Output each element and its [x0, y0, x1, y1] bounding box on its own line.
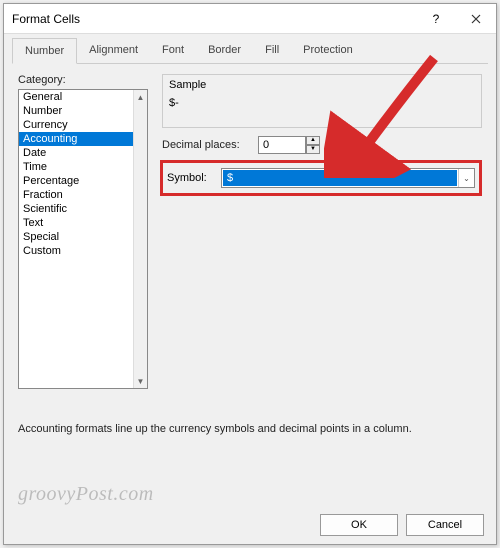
tab-content: Category: General Number Currency Accoun… [4, 64, 496, 389]
titlebar: Format Cells ? [4, 4, 496, 34]
decimal-places-row: Decimal places: ▲ ▼ [162, 136, 482, 154]
cancel-button[interactable]: Cancel [406, 514, 484, 536]
sample-label: Sample [169, 79, 475, 91]
chevron-down-icon[interactable]: ⌄ [458, 169, 474, 187]
symbol-highlight: Symbol: $ ⌄ [160, 160, 482, 196]
close-icon [471, 14, 481, 24]
category-item-percentage[interactable]: Percentage [19, 174, 147, 188]
spinner-up-icon[interactable]: ▲ [306, 136, 320, 145]
category-item-custom[interactable]: Custom [19, 244, 147, 258]
spinner-down-icon[interactable]: ▼ [306, 145, 320, 154]
ok-button[interactable]: OK [320, 514, 398, 536]
close-button[interactable] [456, 4, 496, 34]
dialog-footer: OK Cancel [320, 514, 484, 536]
tab-number[interactable]: Number [12, 38, 77, 64]
category-item-accounting[interactable]: Accounting [19, 132, 147, 146]
category-item-special[interactable]: Special [19, 230, 147, 244]
tab-bar: Number Alignment Font Border Fill Protec… [4, 38, 496, 64]
tab-alignment[interactable]: Alignment [77, 38, 150, 64]
decimal-places-input[interactable] [258, 136, 306, 154]
listbox-scrollbar[interactable]: ▲ ▼ [133, 90, 147, 388]
category-item-number[interactable]: Number [19, 104, 147, 118]
category-item-scientific[interactable]: Scientific [19, 202, 147, 216]
category-item-currency[interactable]: Currency [19, 118, 147, 132]
category-label: Category: [18, 74, 150, 86]
watermark: groovyPost.com [18, 483, 154, 506]
symbol-combobox[interactable]: $ ⌄ [221, 168, 475, 188]
format-description: Accounting formats line up the currency … [4, 423, 496, 435]
sample-value: $- [169, 97, 475, 109]
category-listbox[interactable]: General Number Currency Accounting Date … [18, 89, 148, 389]
symbol-value: $ [223, 170, 457, 186]
tab-protection[interactable]: Protection [291, 38, 365, 64]
category-item-date[interactable]: Date [19, 146, 147, 160]
category-item-general[interactable]: General [19, 90, 147, 104]
format-cells-dialog: Format Cells ? Number Alignment Font Bor… [3, 3, 497, 545]
tab-font[interactable]: Font [150, 38, 196, 64]
symbol-label: Symbol: [163, 172, 215, 184]
scroll-down-icon[interactable]: ▼ [134, 374, 148, 388]
category-item-time[interactable]: Time [19, 160, 147, 174]
category-item-fraction[interactable]: Fraction [19, 188, 147, 202]
tab-fill[interactable]: Fill [253, 38, 291, 64]
category-item-text[interactable]: Text [19, 216, 147, 230]
dialog-title: Format Cells [12, 12, 416, 26]
help-button[interactable]: ? [416, 4, 456, 34]
sample-box: Sample $- [162, 74, 482, 128]
decimal-places-label: Decimal places: [162, 139, 252, 151]
scroll-up-icon[interactable]: ▲ [134, 90, 148, 104]
decimal-places-spinner[interactable]: ▲ ▼ [258, 136, 320, 154]
tab-border[interactable]: Border [196, 38, 253, 64]
